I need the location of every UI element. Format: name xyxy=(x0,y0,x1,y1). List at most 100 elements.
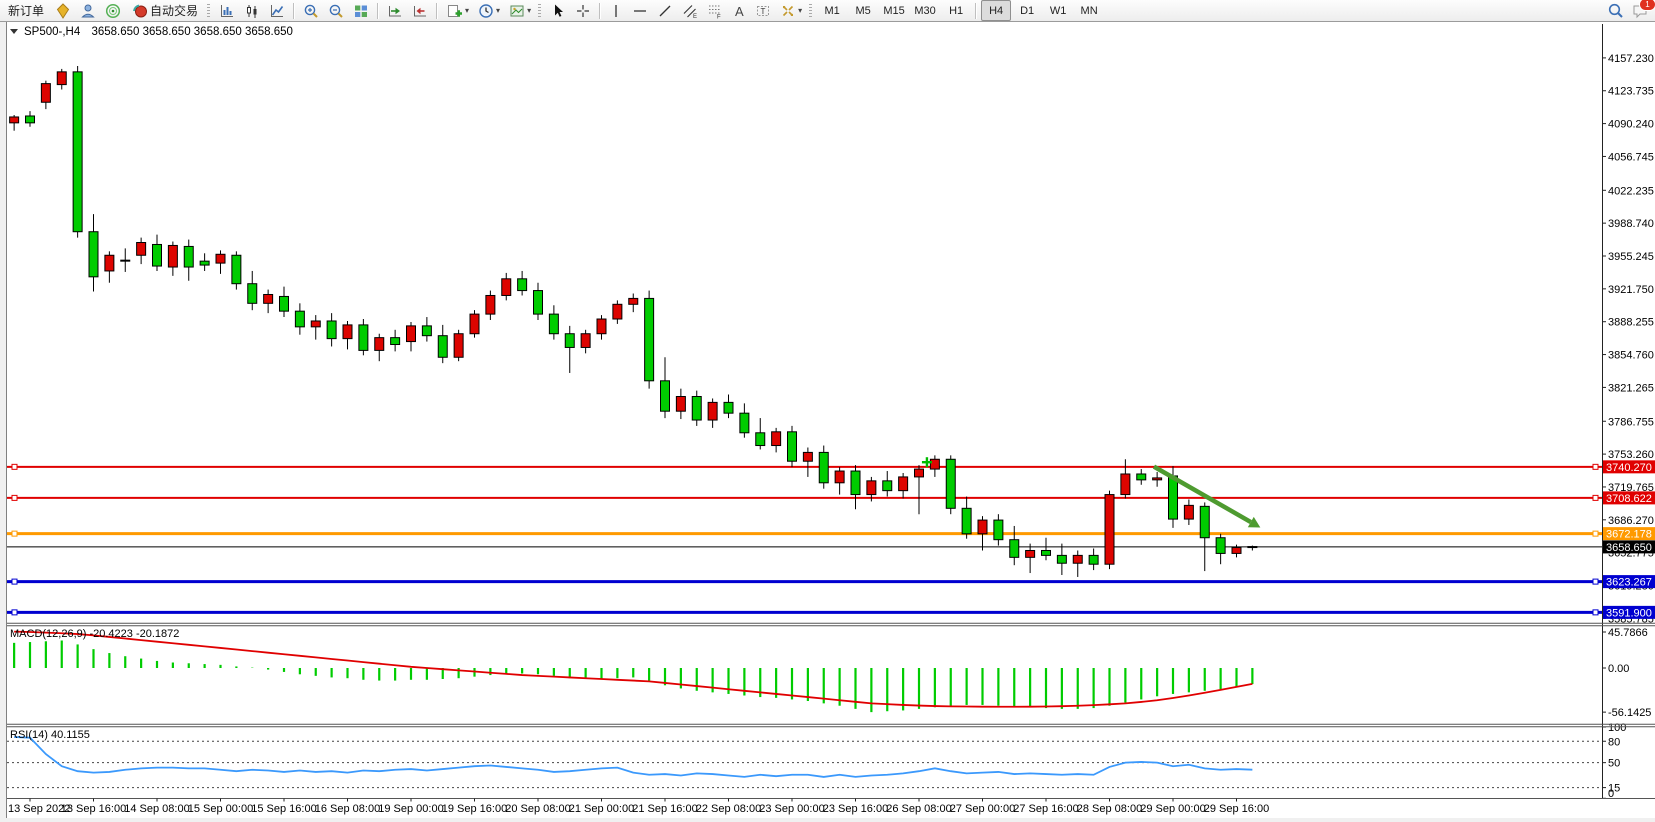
timeframe-d1-button[interactable]: D1 xyxy=(1012,0,1042,21)
candle-body xyxy=(883,481,892,491)
candle-body xyxy=(613,304,622,319)
template-button[interactable]: ▾ xyxy=(505,0,535,21)
candle-body xyxy=(1137,474,1146,480)
timeframe-m30-button[interactable]: M30 xyxy=(910,0,940,21)
candle-body xyxy=(597,319,606,334)
time-axis-label: 21 Sep 16:00 xyxy=(632,803,697,815)
chevron-down-icon: ▾ xyxy=(527,7,531,15)
candle-body xyxy=(1153,478,1162,480)
candle-body xyxy=(137,243,146,256)
hline-handle[interactable] xyxy=(1593,495,1598,500)
equidistant-channel-button[interactable]: E xyxy=(678,0,702,21)
candle-body xyxy=(375,338,384,351)
gold-seal-button[interactable] xyxy=(51,0,75,21)
notifications-button[interactable]: 1 xyxy=(1628,0,1653,21)
timeframe-h4-button[interactable]: H4 xyxy=(981,0,1011,21)
text-button[interactable]: A xyxy=(728,0,750,21)
timeframe-h1-button[interactable]: H1 xyxy=(941,0,971,21)
auto-scroll-button[interactable] xyxy=(383,0,407,21)
text-label-button[interactable]: T xyxy=(751,0,775,21)
arrows-button[interactable]: ▾ xyxy=(776,0,806,21)
candle-body xyxy=(724,402,733,413)
time-axis-label: 21 Sep 00:00 xyxy=(569,803,634,815)
candle-body xyxy=(946,459,955,508)
candle-body xyxy=(1248,547,1257,548)
timeframe-m15-button[interactable]: M15 xyxy=(879,0,909,21)
fibonacci-icon: F xyxy=(707,3,723,19)
trendline-button[interactable] xyxy=(653,0,677,21)
candle-body xyxy=(502,279,511,296)
period-button[interactable]: ▾ xyxy=(474,0,504,21)
candle-body xyxy=(565,334,574,348)
hline-handle[interactable] xyxy=(12,531,17,536)
new-chart-button[interactable]: ▾ xyxy=(442,0,473,21)
price-axis-label: 3753.260 xyxy=(1608,449,1654,461)
search-button[interactable] xyxy=(1603,0,1628,21)
chart-area[interactable]: 4157.2304123.7354090.2404056.7454022.235… xyxy=(0,0,1655,822)
hline-handle[interactable] xyxy=(1593,464,1598,469)
zoom-in-icon xyxy=(303,3,319,19)
candlestick-chart-button[interactable] xyxy=(240,0,264,21)
candle-body xyxy=(756,433,765,446)
search-icon xyxy=(1607,2,1624,19)
timeframe-m5-button[interactable]: M5 xyxy=(848,0,878,21)
chart-shift-button[interactable] xyxy=(408,0,432,21)
profile-button[interactable] xyxy=(76,0,100,21)
candle-body xyxy=(1042,550,1051,555)
toolbar-grip xyxy=(538,4,541,18)
price-axis-label: 4090.240 xyxy=(1608,119,1654,131)
candle-body xyxy=(359,325,368,351)
auto-trading-button[interactable]: 自动交易 xyxy=(126,0,204,21)
auto-trading-icon xyxy=(132,3,148,19)
macd-axis-label: -56.1425 xyxy=(1608,707,1651,719)
text-label-icon: T xyxy=(755,3,771,19)
candle-body xyxy=(534,291,543,315)
price-axis-label: 4123.735 xyxy=(1608,86,1654,98)
hline-handle[interactable] xyxy=(12,610,17,615)
profile-icon xyxy=(80,3,96,19)
candle-body xyxy=(295,311,304,327)
bar-chart-button[interactable] xyxy=(215,0,239,21)
zoom-out-button[interactable] xyxy=(324,0,348,21)
vertical-line-button[interactable] xyxy=(605,0,627,21)
tile-windows-button[interactable] xyxy=(349,0,373,21)
cursor-arrow-icon xyxy=(550,3,566,19)
hline-handle[interactable] xyxy=(1593,610,1598,615)
hline-handle[interactable] xyxy=(12,495,17,500)
candle-body xyxy=(1121,474,1130,495)
cursor-button[interactable] xyxy=(546,0,570,21)
toolbar-separator xyxy=(293,3,295,19)
chart-shift-icon xyxy=(412,3,428,19)
horizontal-line-button[interactable] xyxy=(628,0,652,21)
hline-price-tag-text: 3623.267 xyxy=(1606,577,1652,589)
candle-body xyxy=(1026,550,1035,557)
hline-handle[interactable] xyxy=(1593,579,1598,584)
crosshair-button[interactable] xyxy=(571,0,595,21)
time-axis-label: 13 Sep 16:00 xyxy=(61,803,126,815)
chart-render-layer: 4157.2304123.7354090.2404056.7454022.235… xyxy=(0,22,1655,819)
hline-price-tag-text: 3672.178 xyxy=(1606,529,1652,541)
radar-button[interactable] xyxy=(101,0,125,21)
candle-body xyxy=(661,381,670,411)
line-chart-button[interactable] xyxy=(265,0,289,21)
trendline-icon xyxy=(657,3,673,19)
zoom-in-button[interactable] xyxy=(299,0,323,21)
candle-body xyxy=(549,314,558,334)
candle-body xyxy=(930,459,939,469)
timeframe-mn-button[interactable]: MN xyxy=(1074,0,1104,21)
candle-body xyxy=(41,84,50,103)
hline-handle[interactable] xyxy=(1593,531,1598,536)
candle-body xyxy=(915,469,924,477)
timeframe-m1-button[interactable]: M1 xyxy=(817,0,847,21)
candle-body xyxy=(486,295,495,314)
timeframe-w1-button[interactable]: W1 xyxy=(1043,0,1073,21)
clock-icon xyxy=(478,3,494,19)
hline-price-tag-text: 3591.900 xyxy=(1606,607,1652,619)
hline-handle[interactable] xyxy=(12,579,17,584)
new-order-button[interactable]: 新订单 xyxy=(2,0,50,21)
hline-handle[interactable] xyxy=(12,464,17,469)
candle-body xyxy=(438,336,447,358)
fibonacci-button[interactable]: F xyxy=(703,0,727,21)
line-chart-icon xyxy=(269,3,285,19)
template-image-icon xyxy=(509,3,525,19)
